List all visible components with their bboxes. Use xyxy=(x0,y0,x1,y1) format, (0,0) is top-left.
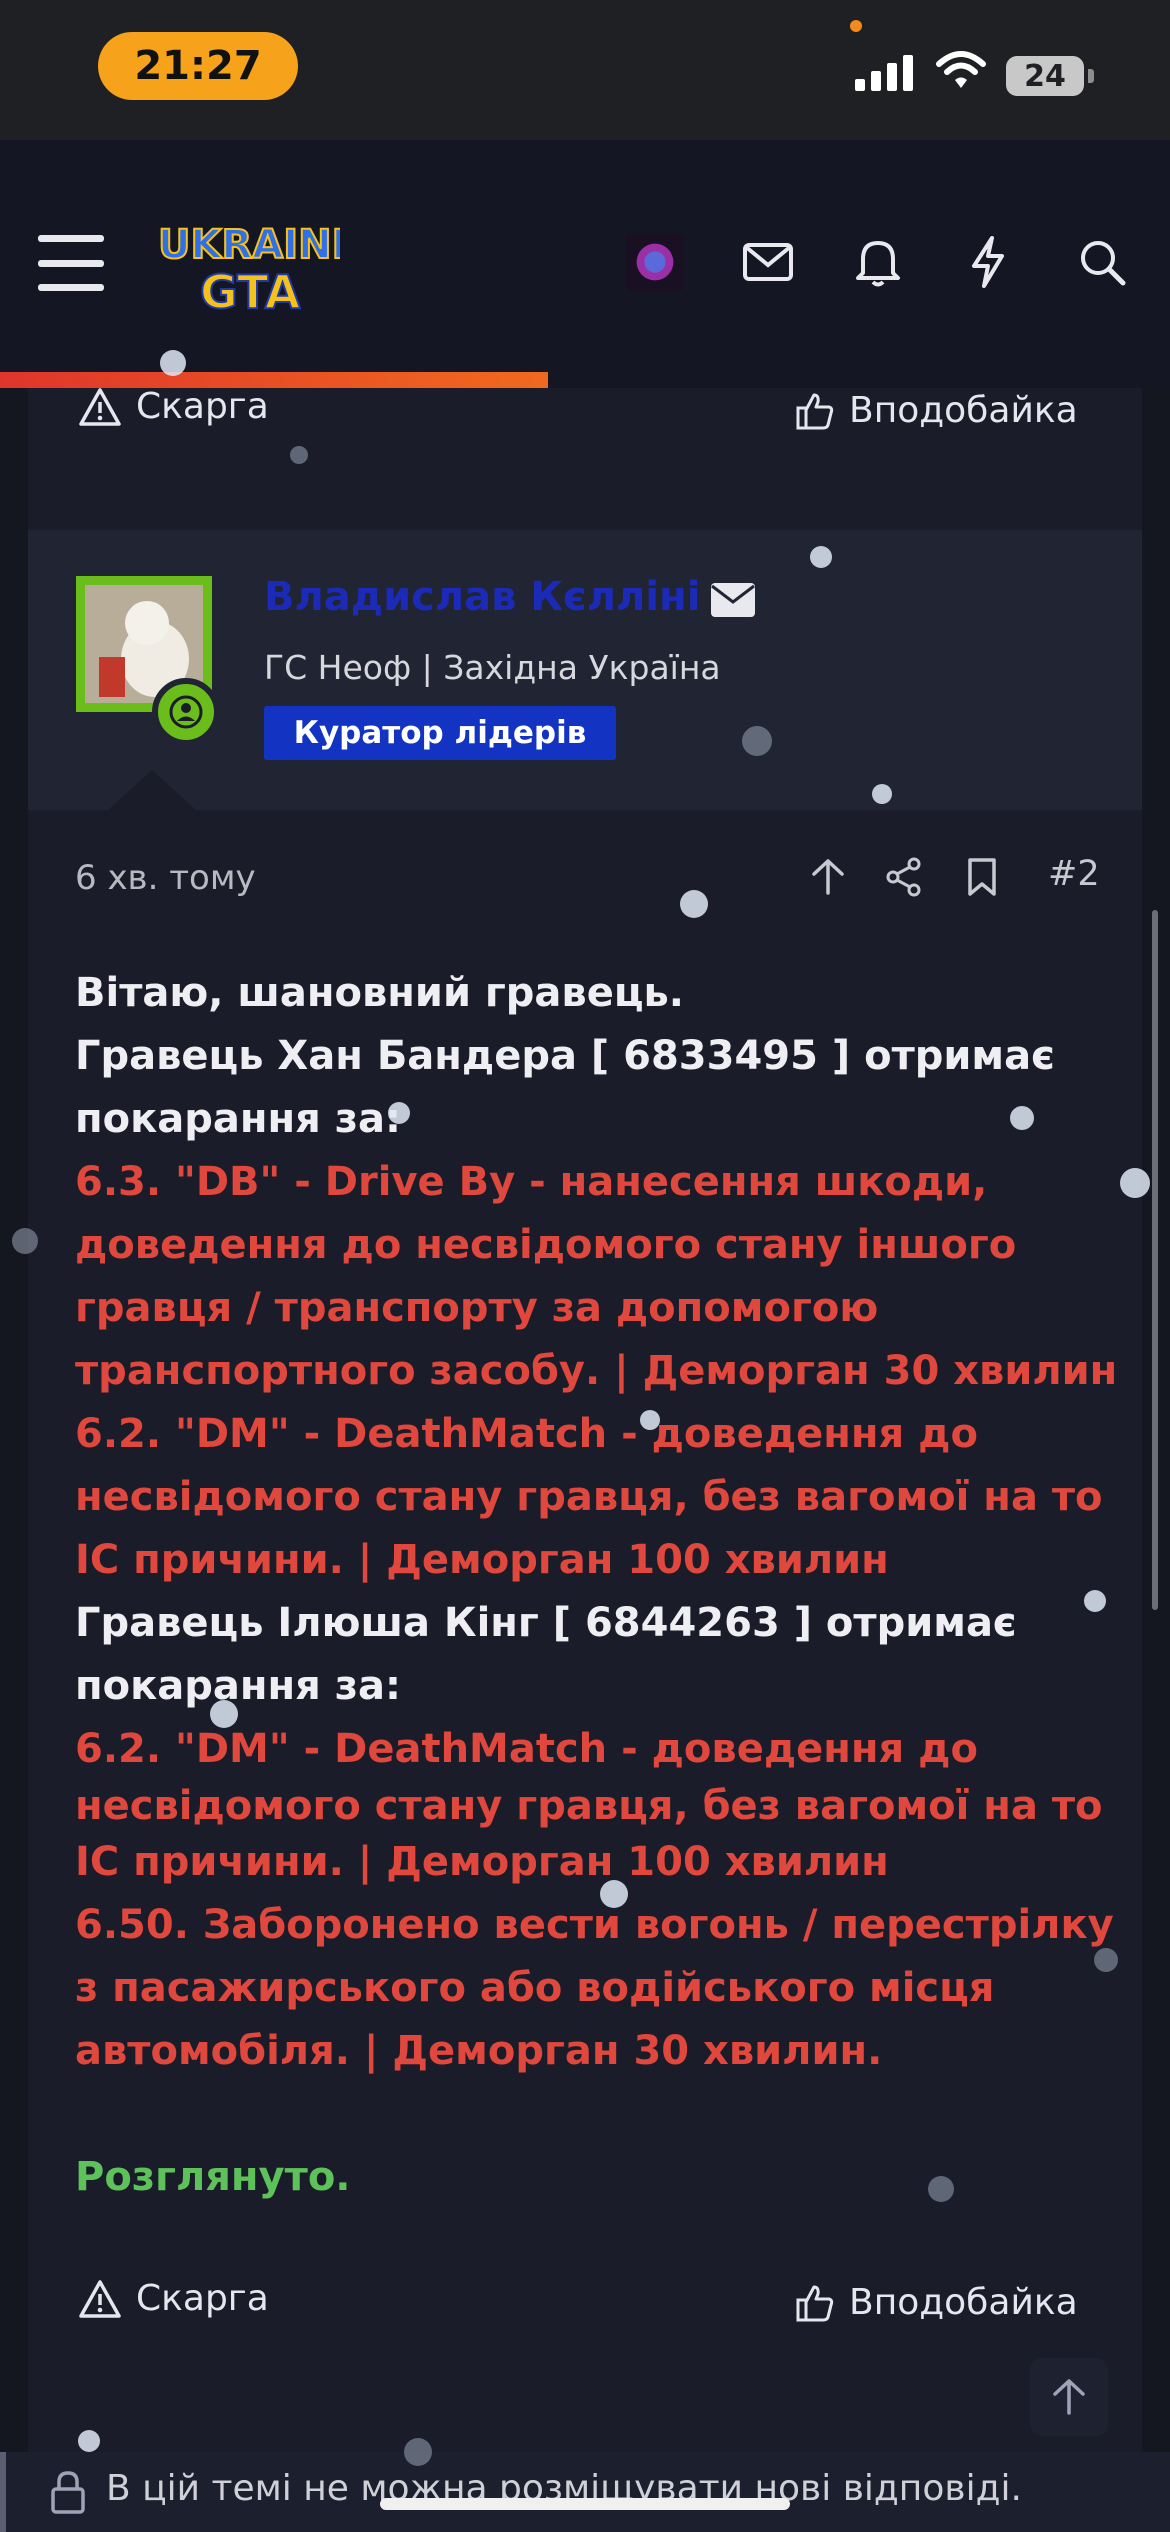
thread-locked-notice: В цій темі не можна розміщувати нові від… xyxy=(0,2452,1170,2532)
avatar-icon[interactable] xyxy=(625,232,685,292)
scrollbar[interactable] xyxy=(1152,910,1158,1610)
search-icon[interactable] xyxy=(1072,232,1132,292)
penalty-line: 6.50. Заборонено вести вогонь / перестрі… xyxy=(75,1902,1114,1948)
hamburger-icon[interactable] xyxy=(38,235,104,291)
penalty-line: несвідомого стану гравця, без вагомої на… xyxy=(75,1783,1103,1829)
post-time[interactable]: 6 хв. тому xyxy=(75,858,256,898)
bell-icon[interactable] xyxy=(848,232,908,292)
lock-icon xyxy=(51,2471,85,2514)
warning-icon xyxy=(79,2279,121,2318)
wifi-icon xyxy=(936,51,986,88)
arrow-up-icon xyxy=(1053,2379,1085,2415)
penalty-line: несвідомого стану гравця, без вагомої на… xyxy=(75,1474,1103,1520)
bookmark-icon[interactable] xyxy=(954,852,1010,902)
envelope-icon[interactable] xyxy=(710,582,756,618)
penalty-line: транспортного засобу. | Деморган 30 хвил… xyxy=(75,1348,1118,1394)
post-line: покарання за: xyxy=(75,1096,401,1142)
penalty-line: IC причини. | Деморган 100 хвилин xyxy=(75,1537,889,1583)
penalty-line: 6.3. "DB" - Drive By - нанесення шкоди, xyxy=(75,1159,988,1205)
penalty-line: автомобіля. | Деморган 30 хвилин. xyxy=(75,2028,883,2074)
site-header: UKRAINE GTA xyxy=(0,140,1170,372)
like-label: Вподобайка xyxy=(849,390,1078,431)
thumbs-up-icon xyxy=(796,2285,834,2321)
arrow-up-icon[interactable] xyxy=(800,852,856,902)
mail-icon[interactable] xyxy=(738,232,798,292)
scroll-to-top-button[interactable] xyxy=(1030,2358,1108,2436)
online-status-icon xyxy=(152,678,220,746)
penalty-line: 6.2. "DM" - DeathMatch - доведення до xyxy=(75,1726,978,1772)
report-label: Скарга xyxy=(136,386,269,427)
battery-indicator: 24 xyxy=(1006,56,1084,96)
like-button[interactable]: Вподобайка xyxy=(795,2282,1078,2323)
post-author-block: Владислав Кєлліні ГС Неоф | Західна Укра… xyxy=(28,530,1142,810)
author-name[interactable]: Владислав Кєлліні xyxy=(264,574,700,620)
penalty-line: з пасажирського або водійського місця xyxy=(75,1965,995,2011)
penalty-line: гравця / транспорту за допомогою xyxy=(75,1285,879,1331)
post-line: Вітаю, шановний гравець. xyxy=(75,970,685,1016)
thumbs-up-icon xyxy=(796,393,834,429)
penalty-line: IC причини. | Деморган 100 хвилин xyxy=(75,1839,889,1885)
warning-icon xyxy=(79,387,121,426)
home-indicator[interactable] xyxy=(380,2498,790,2510)
author-pointer xyxy=(108,770,196,810)
post-line: Гравець Ілюша Кінг [ 6844263 ] отримає xyxy=(75,1600,1017,1646)
post-line: Гравець Хан Бандера [ 6833495 ] отримає xyxy=(75,1033,1055,1079)
report-button-prev[interactable]: Скарга xyxy=(78,386,269,427)
role-badge: Куратор лідерів xyxy=(264,706,616,760)
recording-dot-icon xyxy=(850,20,862,32)
post-body: Вітаю, шановний гравець. Гравець Хан Бан… xyxy=(75,962,1118,2209)
like-label: Вподобайка xyxy=(849,2282,1078,2323)
battery-tip xyxy=(1088,69,1094,83)
status-time: 21:27 xyxy=(98,32,298,100)
penalty-line: 6.2. "DM" - DeathMatch - доведення до xyxy=(75,1411,978,1457)
logo-text-ukraine: UKRAINE xyxy=(158,222,340,268)
cellular-signal-icon xyxy=(855,55,913,91)
lightning-icon[interactable] xyxy=(958,232,1018,292)
like-button-prev[interactable]: Вподобайка xyxy=(795,390,1078,431)
status-line: Розглянуто. xyxy=(75,2154,351,2200)
site-logo[interactable]: UKRAINE GTA xyxy=(150,210,340,320)
penalty-line: доведення до несвідомого стану іншого xyxy=(75,1222,1017,1268)
author-title: ГС Неоф | Західна Україна xyxy=(264,648,721,687)
report-label: Скарга xyxy=(136,2278,269,2319)
post-number[interactable]: #2 xyxy=(1048,854,1100,894)
share-icon[interactable] xyxy=(876,852,932,902)
report-button[interactable]: Скарга xyxy=(78,2278,269,2319)
logo-text-gta: GTA xyxy=(200,265,301,319)
status-bar: 21:27 24 xyxy=(0,0,1170,140)
